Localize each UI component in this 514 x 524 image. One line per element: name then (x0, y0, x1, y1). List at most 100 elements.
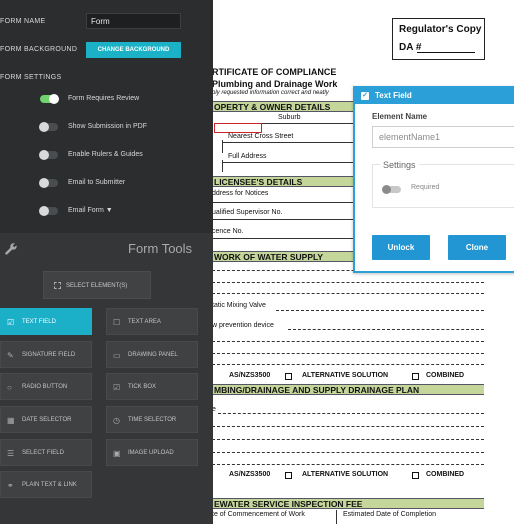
commencement-label: te of Commencement of Work (212, 511, 305, 518)
da-number-line (417, 52, 475, 53)
doc-line (212, 364, 484, 365)
form-settings-label: FORM SETTINGS (0, 74, 62, 81)
standard-as-label: AS/NZS3500 (229, 372, 271, 379)
doc-line (212, 353, 484, 354)
email-submitter-label: Email to Submitter (68, 179, 126, 186)
time-selector-icon: ◷ (113, 416, 120, 425)
toggle-rulers-guides[interactable] (39, 150, 58, 160)
change-background-button[interactable]: CHANGE BACKGROUND (86, 42, 181, 58)
form-tools-title: Form Tools (128, 241, 193, 256)
doc-line (222, 162, 353, 163)
doc-title: RTIFICATE OF COMPLIANCE (212, 67, 337, 77)
alternative-label: ALTERNATIVE SOLUTION (302, 372, 389, 379)
tool-label: TEXT AREA (128, 319, 161, 325)
form-background-label: FORM BACKGROUND (0, 46, 78, 53)
requires-review-label: Form Requires Review (68, 95, 140, 102)
tool-label: DATE SELECTOR (22, 417, 72, 423)
tool-text-area[interactable]: ☐ TEXT AREA (106, 308, 198, 335)
toggle-knob (39, 178, 49, 188)
regulator-copy-box: Regulator's Copy DA # (392, 18, 485, 60)
tick-box-icon: ☑ (113, 383, 121, 392)
alternative-checkbox[interactable] (285, 373, 292, 380)
tool-label: IMAGE UPLOAD (128, 450, 174, 456)
select-elements-button[interactable]: SELECT ELEMENT(S) (43, 271, 151, 299)
toggle-requires-review[interactable] (40, 94, 59, 104)
doc-line (288, 329, 484, 330)
tool-time-selector[interactable]: ◷ TIME SELECTOR (106, 406, 198, 433)
signature-icon: ✎ (7, 351, 14, 360)
tool-label: RADIO BUTTON (22, 384, 68, 390)
combined-checkbox[interactable] (412, 373, 419, 380)
radio-button-icon: ○ (7, 383, 12, 392)
address-notices-label: ddress for Notices (212, 190, 269, 197)
combined-label-2: COMBINED (426, 471, 465, 478)
toggle-knob (39, 150, 49, 160)
image-upload-icon: ▣ (113, 449, 121, 458)
form-name-input[interactable]: Form (86, 13, 181, 29)
combined-checkbox-2[interactable] (412, 472, 419, 479)
tool-select-field[interactable]: ☰ SELECT FIELD (0, 439, 92, 466)
toggle-knob (39, 206, 49, 216)
text-field-icon: ☑ (7, 318, 15, 327)
alternative-checkbox-2[interactable] (285, 472, 292, 479)
tool-label: DRAWING PANEL (128, 352, 178, 358)
doc-subtitle: Plumbing and Drainage Work (212, 79, 338, 89)
tool-drawing-panel[interactable]: ▭ DRAWING PANEL (106, 341, 198, 368)
tool-label: TEXT FIELD (22, 319, 56, 325)
tool-date-selector[interactable]: ▦ DATE SELECTOR (0, 406, 92, 433)
doc-line (222, 142, 353, 143)
select-elements-label: SELECT ELEMENT(S) (66, 283, 128, 289)
doc-line (276, 310, 484, 311)
element-name-label: Element Name (372, 112, 428, 121)
toggle-knob (39, 122, 49, 132)
popup-header[interactable]: ✓ Text Field (355, 88, 514, 104)
tool-label: SIGNATURE FIELD (22, 352, 76, 358)
required-toggle[interactable] (382, 185, 401, 194)
tool-signature-field[interactable]: ✎ SIGNATURE FIELD (0, 341, 92, 368)
doc-line (212, 341, 484, 342)
backflow-label: w prevention device (212, 322, 274, 329)
standard-as-label-2: AS/NZS3500 (229, 471, 271, 478)
tool-plain-text-link[interactable]: ⚭ PLAIN TEXT & LINK (0, 471, 92, 498)
clone-button[interactable]: Clone (448, 235, 506, 260)
element-name-input[interactable]: elementName1 (372, 126, 514, 148)
alternative-label-2: ALTERNATIVE SOLUTION (302, 471, 389, 478)
full-address-label: Full Address (228, 153, 267, 160)
section-drainage-plan: MBING/DRAINAGE AND SUPPLY DRAINAGE PLAN (210, 384, 484, 395)
show-submission-label: Show Submission in PDF (68, 123, 147, 130)
toggle-email-form[interactable] (39, 206, 58, 216)
doc-line (212, 426, 484, 427)
unlock-button[interactable]: Unlock (372, 235, 430, 260)
regulator-copy-label: Regulator's Copy (399, 24, 482, 35)
suburb-field-box[interactable] (214, 123, 262, 133)
form-tools-panel: Form Tools SELECT ELEMENT(S) ☑ TEXT FIELD… (0, 233, 213, 524)
qualified-supervisor-label: ualified Supervisor No. (212, 209, 283, 216)
doc-line (218, 413, 484, 414)
doc-instructions: ply requested information correct and ne… (212, 90, 329, 96)
required-label: Required (411, 184, 440, 191)
cross-street-label: Nearest Cross Street (228, 133, 294, 140)
tool-image-upload[interactable]: ▣ IMAGE UPLOAD (106, 439, 198, 466)
combined-label: COMBINED (426, 372, 465, 379)
toggle-show-submission-pdf[interactable] (39, 122, 58, 132)
text-area-icon: ☐ (113, 318, 121, 327)
popup-title: Text Field (375, 91, 412, 100)
toggle-email-submitter[interactable] (39, 178, 58, 188)
text-field-properties-popup: ✓ Text Field Element Name elementName1 S… (353, 86, 514, 273)
form-name-label: FORM NAME (0, 18, 46, 25)
editor-sidebar: FORM NAME Form FORM BACKGROUND CHANGE BA… (0, 0, 213, 524)
checkbox-icon: ✓ (361, 92, 369, 100)
drawing-panel-icon: ▭ (113, 351, 121, 360)
tool-tick-box[interactable]: ☑ TICK BOX (106, 373, 198, 400)
tool-label: TICK BOX (128, 384, 157, 390)
licence-no-label: cence No. (212, 228, 244, 235)
doc-line (336, 510, 337, 524)
doc-line (262, 123, 353, 124)
email-form-label[interactable]: Email Form ▼ (68, 207, 113, 214)
tool-text-field[interactable]: ☑ TEXT FIELD (0, 308, 92, 335)
settings-legend: Settings (380, 160, 419, 170)
toggle-knob (382, 185, 391, 194)
section-inspection-fee: EWATER SERVICE INSPECTION FEE (210, 498, 484, 509)
select-elements-icon (54, 281, 61, 289)
tool-radio-button[interactable]: ○ RADIO BUTTON (0, 373, 92, 400)
